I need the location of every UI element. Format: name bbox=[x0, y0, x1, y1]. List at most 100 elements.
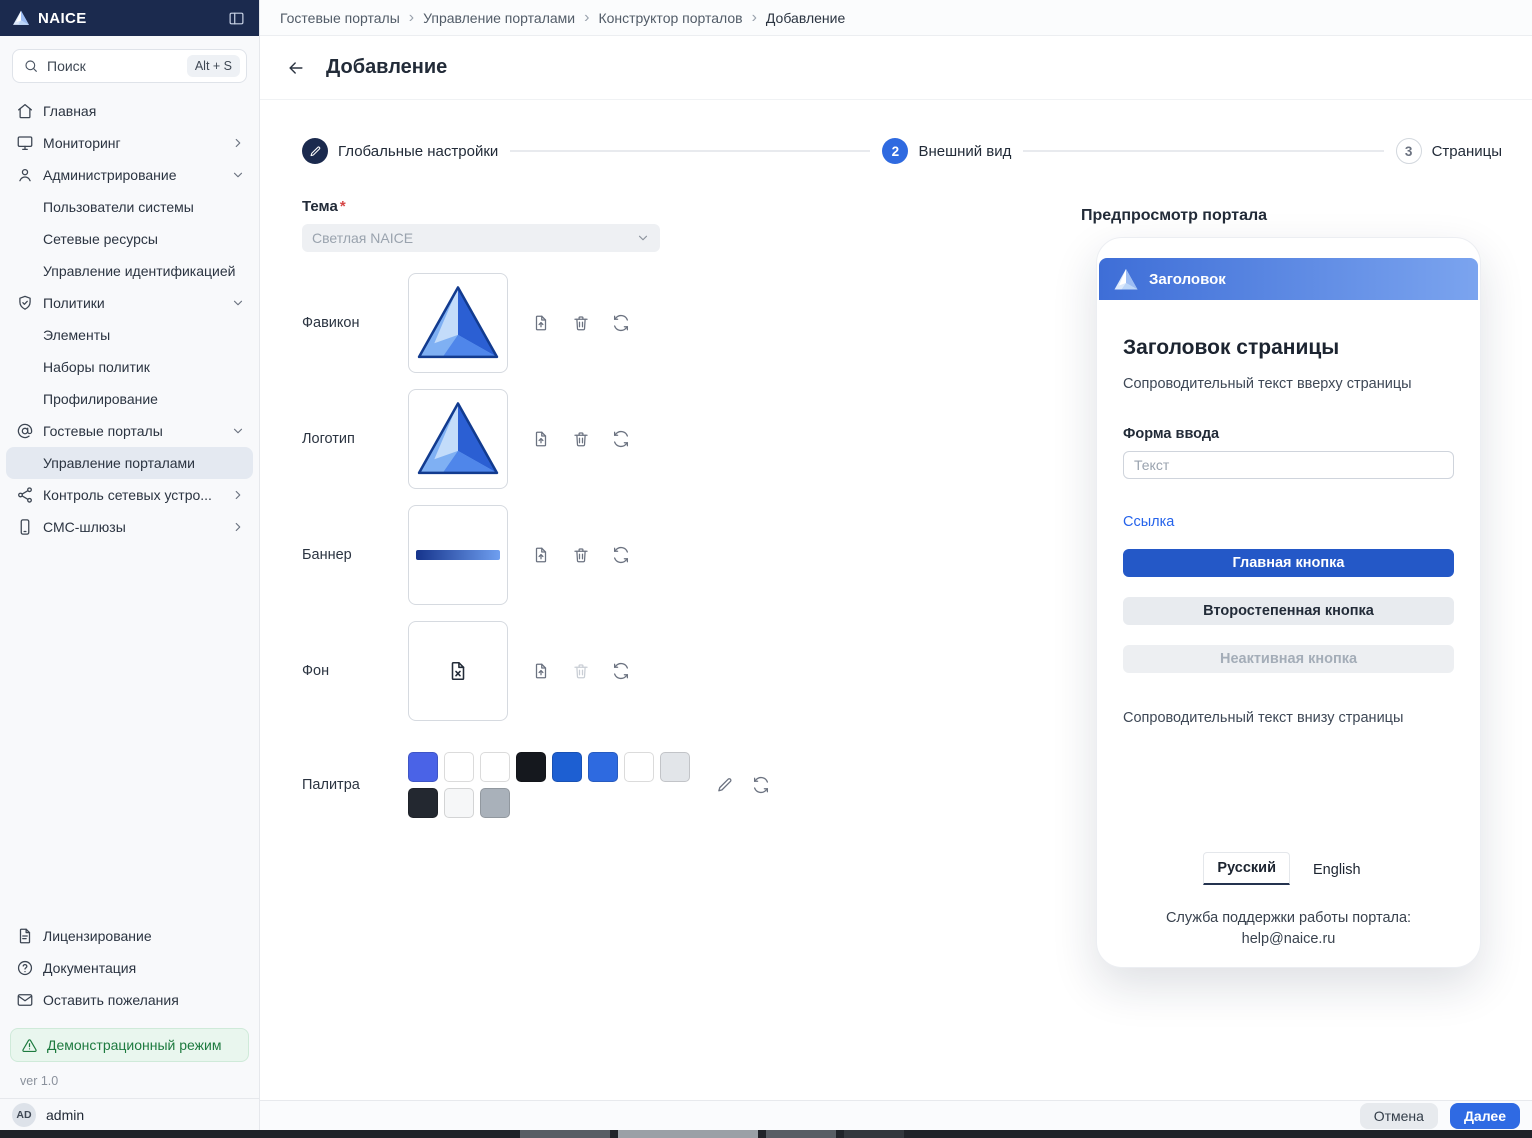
palette-swatch[interactable] bbox=[552, 752, 582, 782]
step-1-circle bbox=[302, 138, 328, 164]
search-input[interactable] bbox=[47, 58, 179, 74]
palette-swatch[interactable] bbox=[516, 752, 546, 782]
home-icon bbox=[16, 102, 34, 120]
sidebar-item-policy-sets[interactable]: Наборы политик bbox=[6, 351, 253, 383]
palette-swatch[interactable] bbox=[408, 788, 438, 818]
field-label: Палитра bbox=[302, 777, 408, 793]
edit-palette-button[interactable] bbox=[716, 776, 734, 794]
logo-actions bbox=[532, 430, 630, 448]
breadcrumb-separator: › bbox=[752, 10, 757, 26]
refresh-button[interactable] bbox=[612, 314, 630, 332]
palette-swatch[interactable] bbox=[408, 752, 438, 782]
banner-row: Баннер bbox=[302, 505, 962, 605]
sidebar-collapse-button[interactable] bbox=[226, 8, 247, 29]
sidebar-item-policies[interactable]: Политики bbox=[6, 287, 253, 319]
sidebar-item-system-users[interactable]: Пользователи системы bbox=[6, 191, 253, 223]
user-row[interactable]: AD admin bbox=[0, 1098, 259, 1130]
upload-file-button[interactable] bbox=[532, 430, 550, 448]
triangle-logo bbox=[414, 400, 502, 478]
preview-support-text: Служба поддержки работы портала: help@na… bbox=[1097, 908, 1480, 950]
sidebar-item-licensing[interactable]: Лицензирование bbox=[6, 920, 253, 952]
license-icon bbox=[16, 927, 34, 945]
content: Глобальные настройки 2 Внешний вид 3 Стр… bbox=[260, 100, 1532, 1130]
sidebar-item-monitoring[interactable]: Мониторинг bbox=[6, 127, 253, 159]
portal-preview-panel: Предпросмотр портала Заголовок Заголовок… bbox=[1081, 207, 1511, 968]
theme-select[interactable]: Светлая NAICE bbox=[302, 224, 660, 252]
sidebar-item-label: Гостевые порталы bbox=[43, 423, 163, 439]
sidebar-item-portal-management[interactable]: Управление порталами bbox=[6, 447, 253, 479]
palette-swatch[interactable] bbox=[444, 752, 474, 782]
sidebar-item-label: СМС-шлюзы bbox=[43, 519, 126, 535]
preview-secondary-button[interactable]: Второстепенная кнопка bbox=[1123, 597, 1454, 625]
step-global-settings[interactable]: Глобальные настройки bbox=[302, 138, 498, 164]
sidebar-item-sms-gateways[interactable]: СМС-шлюзы bbox=[6, 511, 253, 543]
brand-logo-icon bbox=[12, 10, 30, 26]
sidebar-item-administration[interactable]: Администрирование bbox=[6, 159, 253, 191]
upload-file-button[interactable] bbox=[532, 662, 550, 680]
breadcrumb-item[interactable]: Управление порталами bbox=[423, 10, 575, 26]
breadcrumb-item[interactable]: Конструктор порталов bbox=[598, 10, 742, 26]
delete-button[interactable] bbox=[572, 430, 590, 448]
reset-palette-button[interactable] bbox=[752, 776, 770, 794]
preview-primary-button[interactable]: Главная кнопка bbox=[1123, 549, 1454, 577]
sidebar-item-identity-management[interactable]: Управление идентификацией bbox=[6, 255, 253, 287]
palette-swatch[interactable] bbox=[480, 788, 510, 818]
logo-row: Логотип bbox=[302, 389, 962, 489]
palette-swatch[interactable] bbox=[624, 752, 654, 782]
palette-swatch[interactable] bbox=[660, 752, 690, 782]
search-icon bbox=[23, 58, 39, 74]
sidebar-item-feedback[interactable]: Оставить пожелания bbox=[6, 984, 253, 1016]
next-button[interactable]: Далее bbox=[1450, 1103, 1520, 1129]
refresh-icon bbox=[612, 546, 630, 564]
sidebar-item-guest-portals[interactable]: Гостевые порталы bbox=[6, 415, 253, 447]
sidebar-item-documentation[interactable]: Документация bbox=[6, 952, 253, 984]
sidebar-item-label: Администрирование bbox=[43, 167, 177, 183]
upload-file-icon bbox=[532, 430, 550, 448]
palette-swatch[interactable] bbox=[588, 752, 618, 782]
delete-button[interactable] bbox=[572, 314, 590, 332]
preview-link[interactable]: Ссылка bbox=[1123, 514, 1174, 530]
cancel-button[interactable]: Отмена bbox=[1360, 1103, 1438, 1129]
palette-swatch[interactable] bbox=[444, 788, 474, 818]
sidebar-search[interactable]: Alt + S bbox=[12, 49, 247, 83]
upload-file-button[interactable] bbox=[532, 314, 550, 332]
sidebar-item-network-device-control[interactable]: Контроль сетевых устро... bbox=[6, 479, 253, 511]
sidebar-item-label: Мониторинг bbox=[43, 135, 121, 151]
mail-icon bbox=[16, 991, 34, 1009]
breadcrumb-item[interactable]: Гостевые порталы bbox=[280, 10, 400, 26]
delete-button-disabled bbox=[572, 662, 590, 680]
step-appearance[interactable]: 2 Внешний вид bbox=[882, 138, 1011, 164]
sidebar-item-elements[interactable]: Элементы bbox=[6, 319, 253, 351]
taskbar-segment bbox=[618, 1130, 758, 1138]
palette-swatch[interactable] bbox=[480, 752, 510, 782]
refresh-button[interactable] bbox=[612, 430, 630, 448]
titlebar: Добавление bbox=[260, 36, 1532, 100]
sidebar-item-network-resources[interactable]: Сетевые ресурсы bbox=[6, 223, 253, 255]
refresh-button[interactable] bbox=[612, 662, 630, 680]
logo-preview[interactable] bbox=[408, 389, 508, 489]
demo-mode-badge: Демонстрационный режим bbox=[10, 1028, 249, 1062]
tab-english[interactable]: English bbox=[1300, 855, 1374, 885]
favicon-preview[interactable] bbox=[408, 273, 508, 373]
step-pages[interactable]: 3 Страницы bbox=[1396, 138, 1502, 164]
sidebar-item-label: Наборы политик bbox=[43, 359, 150, 375]
tab-russian[interactable]: Русский bbox=[1203, 852, 1290, 885]
back-button[interactable] bbox=[282, 54, 310, 82]
main-area: Гостевые порталы › Управление порталами … bbox=[260, 0, 1532, 1130]
sidebar-item-label: Сетевые ресурсы bbox=[43, 231, 158, 247]
chevron-down-icon bbox=[636, 231, 650, 245]
preview-text-input[interactable] bbox=[1123, 451, 1454, 479]
sidebar-item-home[interactable]: Главная bbox=[6, 95, 253, 127]
appearance-form: Тема* Светлая NAICE Фавикон bbox=[302, 198, 962, 818]
upload-file-button[interactable] bbox=[532, 546, 550, 564]
field-label: Фавикон bbox=[302, 315, 408, 331]
sidebar-item-label: Документация bbox=[43, 960, 136, 976]
page-title: Добавление bbox=[326, 56, 447, 79]
preview-bottom-text: Сопроводительный текст внизу страницы bbox=[1123, 710, 1454, 726]
background-preview-empty[interactable] bbox=[408, 621, 508, 721]
banner-actions bbox=[532, 546, 630, 564]
delete-button[interactable] bbox=[572, 546, 590, 564]
refresh-button[interactable] bbox=[612, 546, 630, 564]
sidebar-item-profiling[interactable]: Профилирование bbox=[6, 383, 253, 415]
banner-preview[interactable] bbox=[408, 505, 508, 605]
